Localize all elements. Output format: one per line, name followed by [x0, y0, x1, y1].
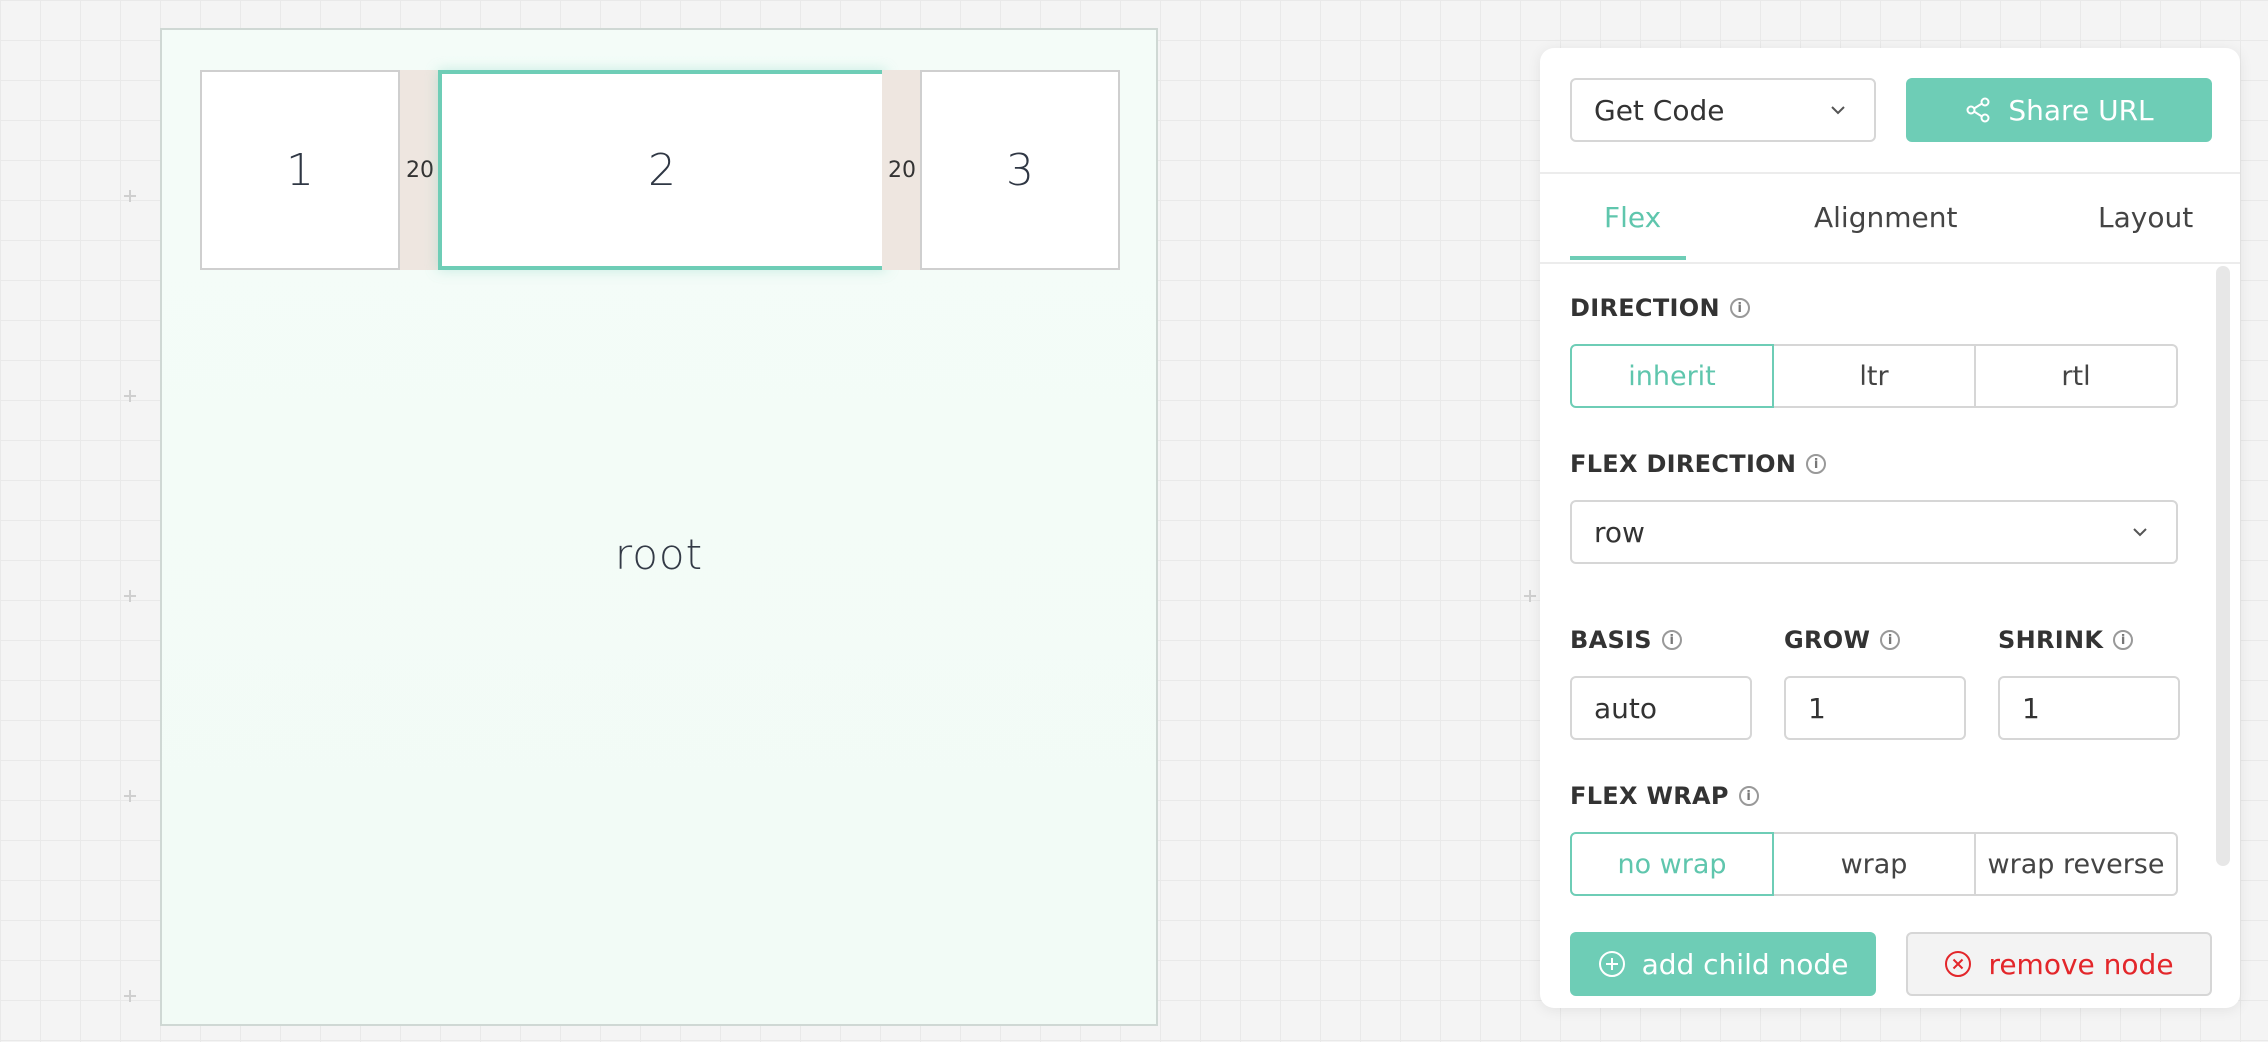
share-icon — [1966, 97, 1990, 123]
info-icon[interactable]: i — [1738, 786, 1759, 806]
get-code-dropdown[interactable]: Get Code — [1570, 78, 1876, 142]
flex-wrap-label: FLEX WRAP i — [1570, 782, 1759, 810]
gap-indicator: 20 — [882, 70, 922, 270]
remove-node-label: remove node — [1988, 947, 2174, 981]
grid-marker-icon — [124, 190, 136, 202]
chevron-down-icon — [1831, 106, 1845, 115]
flex-wrap-label-text: FLEX WRAP — [1570, 782, 1729, 810]
add-child-node-label: add child node — [1641, 947, 1849, 981]
tab-bar: Flex Alignment Layout — [1540, 172, 2240, 264]
basis-input[interactable]: auto — [1570, 676, 1752, 740]
flex-wrap-segmented-control: no wrap wrap wrap reverse — [1570, 832, 2178, 896]
shrink-value: 1 — [2022, 691, 2040, 725]
direction-option-inherit[interactable]: inherit — [1570, 344, 1774, 408]
info-icon[interactable]: i — [1661, 630, 1682, 650]
flex-direction-label-text: FLEX DIRECTION — [1570, 450, 1797, 478]
share-url-button[interactable]: Share URL — [1906, 78, 2212, 142]
root-label: root — [614, 530, 704, 579]
child-node-1[interactable]: 1 — [200, 70, 400, 270]
x-circle-icon — [1945, 951, 1972, 977]
flex-wrap-option-wrap[interactable]: wrap — [1774, 832, 1976, 896]
grid-marker-icon — [124, 790, 136, 802]
active-tab-indicator — [1570, 256, 1686, 260]
gap-value: 20 — [888, 157, 916, 183]
tab-flex[interactable]: Flex — [1604, 174, 1661, 262]
child-node-label: 1 — [286, 144, 314, 196]
chevron-down-icon — [2133, 528, 2147, 537]
grow-label: GROW i — [1784, 626, 1901, 654]
child-node-3[interactable]: 3 — [920, 70, 1120, 270]
child-node-label: 3 — [1006, 144, 1034, 196]
grow-input[interactable]: 1 — [1784, 676, 1966, 740]
add-child-node-button[interactable]: add child node — [1570, 932, 1876, 996]
basis-value: auto — [1594, 691, 1658, 725]
grow-value: 1 — [1808, 691, 1826, 725]
child-node-label: 2 — [648, 144, 676, 196]
grid-marker-icon — [124, 390, 136, 402]
plus-circle-icon — [1598, 951, 1625, 977]
grid-marker-icon — [1524, 590, 1536, 602]
info-icon[interactable]: i — [1729, 298, 1750, 318]
direction-option-ltr[interactable]: ltr — [1774, 344, 1976, 408]
info-icon[interactable]: i — [2113, 630, 2134, 650]
flex-direction-label: FLEX DIRECTION i — [1570, 450, 1827, 478]
flex-direction-value: row — [1594, 515, 1645, 549]
share-url-label: Share URL — [2008, 93, 2154, 127]
get-code-label: Get Code — [1594, 93, 1725, 127]
basis-label-text: BASIS — [1570, 626, 1652, 654]
direction-segmented-control: inherit ltr rtl — [1570, 344, 2178, 408]
root-node[interactable]: 1 20 2 20 3 root — [160, 28, 1158, 1026]
flex-wrap-option-wrap-reverse[interactable]: wrap reverse — [1976, 832, 2178, 896]
gap-indicator: 20 — [400, 70, 440, 270]
flex-wrap-option-no-wrap[interactable]: no wrap — [1570, 832, 1774, 896]
info-icon[interactable]: i — [1880, 630, 1901, 650]
shrink-input[interactable]: 1 — [1998, 676, 2180, 740]
gap-value: 20 — [406, 157, 434, 183]
tab-layout[interactable]: Layout — [2098, 174, 2193, 262]
direction-label: DIRECTION i — [1570, 294, 1750, 322]
info-icon[interactable]: i — [1806, 454, 1827, 474]
grid-marker-icon — [124, 590, 136, 602]
remove-node-button[interactable]: remove node — [1906, 932, 2212, 996]
panel-scrollbar[interactable] — [2216, 266, 2230, 866]
shrink-label-text: SHRINK — [1998, 626, 2104, 654]
direction-option-rtl[interactable]: rtl — [1976, 344, 2178, 408]
child-node-2[interactable]: 2 — [438, 70, 886, 270]
direction-label-text: DIRECTION — [1570, 294, 1720, 322]
grid-marker-icon — [124, 990, 136, 1002]
grow-label-text: GROW — [1784, 626, 1871, 654]
tab-alignment[interactable]: Alignment — [1814, 174, 1957, 262]
properties-panel: Get Code Share URL Flex Alignment Layout… — [1540, 48, 2240, 1008]
flex-direction-select[interactable]: row — [1570, 500, 2178, 564]
shrink-label: SHRINK i — [1998, 626, 2134, 654]
basis-label: BASIS i — [1570, 626, 1682, 654]
